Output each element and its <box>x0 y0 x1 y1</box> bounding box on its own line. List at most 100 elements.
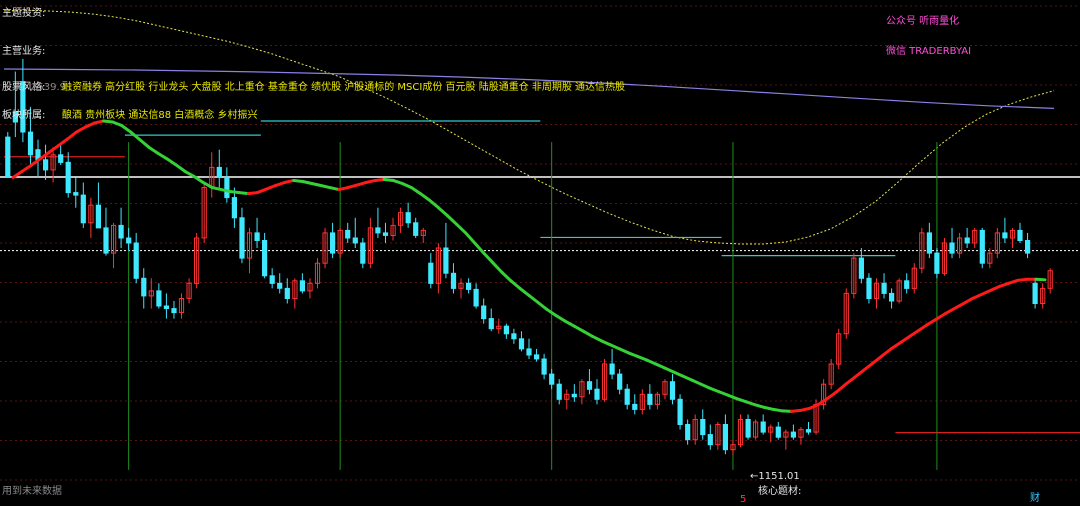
candle-down <box>549 373 555 385</box>
candle-down <box>632 403 638 410</box>
candle-down <box>745 419 751 438</box>
candle-down <box>889 292 895 302</box>
candle-down <box>858 257 864 279</box>
candle-down <box>58 154 64 163</box>
candle-down <box>881 282 887 294</box>
candle-down <box>669 381 676 400</box>
ma-segment <box>464 231 477 245</box>
candle-down <box>5 136 11 178</box>
ma-segment <box>916 323 929 333</box>
candle-down <box>224 176 230 199</box>
ma-segment <box>156 151 169 161</box>
candle-down <box>949 242 955 254</box>
candle-down <box>866 277 872 299</box>
candle-down <box>926 232 932 254</box>
ma-segment <box>889 341 902 351</box>
ma-segment <box>491 261 504 274</box>
candle-down <box>171 308 177 314</box>
ma-segment <box>436 206 450 218</box>
candle-down <box>594 388 600 400</box>
ma-segment <box>482 251 495 265</box>
ma-segment <box>527 293 540 305</box>
candle-down <box>118 224 124 239</box>
ma-segment <box>572 324 585 333</box>
candle-down <box>979 229 985 264</box>
ma-segment <box>147 145 160 155</box>
vertical-markers <box>128 142 938 470</box>
ma-segment <box>581 329 594 338</box>
ma-segment <box>183 169 196 178</box>
low-price-value: 1151.01 <box>758 471 800 482</box>
ma-segment <box>844 375 857 386</box>
future-data-note: 用到未来数据 <box>2 486 62 497</box>
candle-down <box>277 282 283 289</box>
ma-segment <box>961 296 975 306</box>
candle-down <box>904 280 910 289</box>
ma-segment <box>925 317 938 327</box>
price-value: 1539.9 <box>31 82 66 93</box>
candle-down <box>677 398 683 425</box>
candle-down <box>73 192 79 196</box>
ma-segment <box>563 319 576 328</box>
candle-down <box>1017 229 1023 241</box>
candle-down <box>345 229 351 239</box>
candle-down <box>617 373 623 390</box>
candle-down <box>382 232 389 236</box>
style-value: 融资融券 高分红股 行业龙头 大盘股 北上重仓 基金重仓 绩优股 沪股通标的 M… <box>62 82 626 93</box>
ma-segment <box>120 124 133 134</box>
ma-segment <box>880 347 893 358</box>
candle-down <box>156 290 162 307</box>
candle-down <box>466 282 472 290</box>
candle-down <box>503 325 509 335</box>
candle-down <box>299 280 305 292</box>
ma-segment <box>835 382 848 394</box>
ma-segment <box>500 270 513 283</box>
topic-label: 主题投资: <box>2 8 46 19</box>
ma-segment <box>56 137 69 148</box>
price-segments <box>4 120 1080 434</box>
ma-segment <box>129 130 142 142</box>
candlestick-chart <box>0 5 1080 481</box>
ma-segment <box>952 302 965 311</box>
candle-down <box>526 348 532 356</box>
ma-segment <box>536 301 549 312</box>
ma-segment <box>826 390 839 400</box>
candle-down <box>65 161 71 194</box>
candle-down <box>609 363 615 375</box>
candle-down <box>700 419 706 436</box>
ma-segment <box>446 214 459 226</box>
candle-down <box>707 434 713 446</box>
candle-down <box>450 272 457 289</box>
ma-segment <box>138 138 151 149</box>
short-ma-line <box>11 119 1047 413</box>
candle-down <box>488 318 494 330</box>
candle-down <box>1032 282 1038 304</box>
candle-down <box>231 197 238 219</box>
ma-segment <box>898 335 911 345</box>
candle-down <box>80 194 86 224</box>
candle-down <box>934 252 940 274</box>
ma-segment <box>65 130 78 141</box>
ma-segment <box>907 329 920 339</box>
horizontal-lines <box>0 176 1080 252</box>
sector-label: 板块所属: <box>2 110 46 121</box>
core-label: 核心题材: <box>758 486 802 497</box>
sector-value: 酿酒 贵州板块 通达信88 白酒概念 乡村振兴 <box>62 110 258 121</box>
candle-down <box>722 424 728 451</box>
candle-down <box>413 222 419 236</box>
candle-down <box>141 277 147 297</box>
candle-down <box>760 421 766 433</box>
wechat-id: 微信 TRADERBYAI <box>886 46 972 57</box>
candle-down <box>534 354 540 360</box>
ma-segment <box>518 286 531 297</box>
candle-down <box>239 217 245 259</box>
ma-segment <box>590 334 603 343</box>
ma-segment <box>862 361 875 372</box>
candle-down <box>126 237 132 244</box>
candle-down <box>775 426 781 438</box>
ma-segment <box>38 150 51 161</box>
candle-down <box>1025 240 1031 254</box>
candle-down <box>405 212 411 224</box>
ma-segment <box>47 144 60 154</box>
candle-down <box>284 287 290 299</box>
